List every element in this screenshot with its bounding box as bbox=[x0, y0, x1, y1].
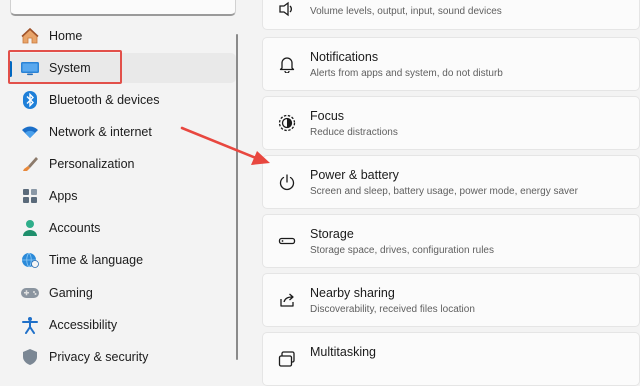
card-description: Reduce distractions bbox=[310, 127, 398, 138]
sidebar-item-accessibility[interactable]: Accessibility bbox=[8, 310, 236, 340]
home-icon bbox=[17, 23, 43, 49]
card-description: Volume levels, output, input, sound devi… bbox=[310, 6, 502, 17]
settings-card-notifications[interactable]: Notifications Alerts from apps and syste… bbox=[262, 37, 640, 91]
accounts-icon bbox=[17, 215, 43, 241]
annotation-highlight-box bbox=[8, 50, 122, 84]
sidebar-scrollbar[interactable] bbox=[236, 34, 238, 360]
card-description: Alerts from apps and system, do not dist… bbox=[310, 68, 503, 79]
sidebar-item-network[interactable]: Network & internet bbox=[8, 117, 236, 147]
sidebar-item-accounts[interactable]: Accounts bbox=[8, 213, 236, 243]
card-title: Storage bbox=[310, 227, 354, 241]
sidebar-item-label: Home bbox=[49, 29, 83, 43]
sidebar-item-personalization[interactable]: Personalization bbox=[8, 149, 236, 179]
brush-icon bbox=[17, 151, 43, 177]
settings-card-sound[interactable]: Volume levels, output, input, sound devi… bbox=[262, 0, 640, 30]
sidebar-item-apps[interactable]: Apps bbox=[8, 181, 236, 211]
speaker-icon bbox=[275, 0, 299, 21]
bluetooth-icon bbox=[17, 87, 43, 113]
card-title: Multitasking bbox=[310, 345, 376, 359]
sidebar: Home System Bluetooth & devices Network … bbox=[0, 0, 240, 365]
card-description: Discoverability, received files location bbox=[310, 304, 475, 315]
settings-card-nearby-sharing[interactable]: Nearby sharing Discoverability, received… bbox=[262, 273, 640, 327]
globe-clock-icon bbox=[17, 247, 43, 273]
card-description: Storage space, drives, configuration rul… bbox=[310, 245, 494, 256]
multitasking-icon bbox=[275, 347, 299, 371]
card-title: Power & battery bbox=[310, 168, 399, 182]
shield-icon bbox=[17, 344, 43, 370]
gamepad-icon bbox=[17, 280, 43, 306]
settings-card-storage[interactable]: Storage Storage space, drives, configura… bbox=[262, 214, 640, 268]
sidebar-item-label: Apps bbox=[49, 189, 78, 203]
bell-icon bbox=[275, 52, 299, 76]
sidebar-item-label: Network & internet bbox=[49, 125, 152, 139]
sidebar-item-label: Accessibility bbox=[49, 318, 118, 332]
power-icon bbox=[275, 170, 299, 194]
card-title: Notifications bbox=[310, 50, 379, 64]
search-box[interactable] bbox=[10, 0, 236, 16]
card-title: Nearby sharing bbox=[310, 286, 395, 300]
sidebar-item-privacy[interactable]: Privacy & security bbox=[8, 342, 236, 372]
sidebar-item-gaming[interactable]: Gaming bbox=[8, 278, 236, 308]
card-description: Screen and sleep, battery usage, power m… bbox=[310, 186, 578, 197]
apps-icon bbox=[17, 183, 43, 209]
sidebar-item-label: Bluetooth & devices bbox=[49, 93, 160, 107]
card-title: Focus bbox=[310, 109, 345, 123]
accessibility-icon bbox=[17, 312, 43, 338]
settings-card-multitasking[interactable]: Multitasking bbox=[262, 332, 640, 386]
sidebar-item-home[interactable]: Home bbox=[8, 21, 236, 51]
focus-icon bbox=[275, 111, 299, 135]
sidebar-item-label: Time & language bbox=[49, 253, 144, 267]
sidebar-item-bluetooth[interactable]: Bluetooth & devices bbox=[8, 85, 236, 115]
share-icon bbox=[275, 288, 299, 312]
sidebar-item-time-language[interactable]: Time & language bbox=[8, 245, 236, 275]
sidebar-item-label: Accounts bbox=[49, 221, 101, 235]
storage-icon bbox=[275, 229, 299, 253]
settings-card-focus[interactable]: Focus Reduce distractions bbox=[262, 96, 640, 150]
sidebar-item-label: Gaming bbox=[49, 286, 93, 300]
wifi-icon bbox=[17, 119, 43, 145]
sidebar-item-label: Personalization bbox=[49, 157, 135, 171]
settings-card-power-battery[interactable]: Power & battery Screen and sleep, batter… bbox=[262, 155, 640, 209]
sidebar-item-label: Privacy & security bbox=[49, 350, 149, 364]
